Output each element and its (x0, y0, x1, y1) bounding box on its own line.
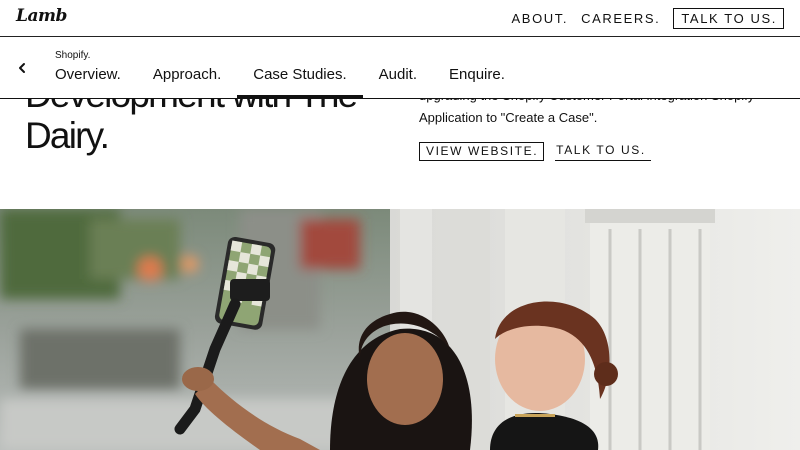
chevron-left-icon[interactable] (15, 58, 29, 78)
description-line-2: Application to "Create a Case". (419, 110, 598, 125)
nav-about-link[interactable]: ABOUT. (512, 11, 569, 26)
nav-careers-link[interactable]: CAREERS. (581, 11, 660, 26)
tab-overview[interactable]: Overview. (39, 67, 137, 98)
tab-case-studies[interactable]: Case Studies. (237, 67, 364, 98)
top-header: Lamb ABOUT. CAREERS. TALK TO US. (0, 0, 800, 37)
photo-two-women-selfie-icon (0, 209, 800, 450)
page-title-line-2: Dairy. (25, 115, 110, 156)
tab-audit[interactable]: Audit. (363, 67, 433, 98)
talk-to-us-link[interactable]: TALK TO US. (555, 142, 651, 161)
sub-nav: Shopify. Overview. Approach. Case Studie… (0, 37, 800, 99)
tab-enquire[interactable]: Enquire. (433, 67, 521, 98)
top-nav: ABOUT. CAREERS. TALK TO US. (512, 8, 784, 29)
logo[interactable]: Lamb (16, 6, 67, 26)
tab-bar: Overview. Approach. Case Studies. Audit.… (39, 67, 521, 98)
hero-photo (0, 209, 800, 450)
view-website-button[interactable]: VIEW WEBSITE. (419, 142, 545, 161)
hero-actions: VIEW WEBSITE. TALK TO US. (419, 142, 651, 161)
nav-talk-to-us-button[interactable]: TALK TO US. (673, 8, 784, 29)
tab-approach[interactable]: Approach. (137, 67, 237, 98)
breadcrumb[interactable]: Shopify. (55, 50, 90, 61)
